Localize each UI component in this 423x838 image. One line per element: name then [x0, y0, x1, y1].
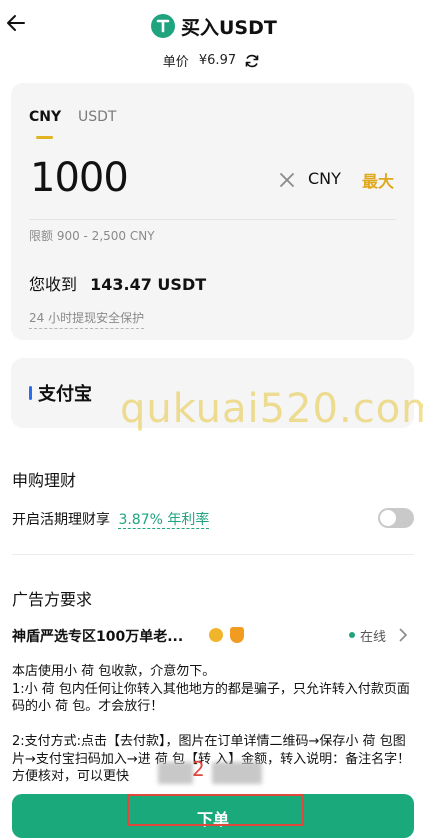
- amount-input[interactable]: 1000: [30, 155, 129, 201]
- tab-cny[interactable]: CNY: [29, 109, 61, 125]
- blur-mask: [212, 762, 262, 784]
- back-arrow-icon[interactable]: [6, 13, 26, 33]
- verified-badge-icon: [209, 628, 223, 642]
- payment-method-label: 支付宝: [38, 384, 92, 405]
- receive-label: 您收到: [29, 275, 78, 294]
- active-tab-indicator: [36, 136, 53, 139]
- wealth-section-title: 申购理财: [12, 471, 77, 490]
- online-status-dot: [349, 632, 355, 638]
- toggle-knob: [380, 510, 396, 526]
- amount-card: [11, 83, 414, 340]
- chevron-right-icon[interactable]: [398, 628, 408, 642]
- wealth-toggle-switch[interactable]: [378, 508, 414, 528]
- page-title: 买入USDT: [181, 16, 277, 39]
- max-button[interactable]: 最大: [362, 168, 394, 192]
- ad-requirements-title: 广告方要求: [12, 590, 93, 609]
- limit-text: 限额 900 - 2,500 CNY: [29, 229, 155, 243]
- wealth-toggle-row: 开启活期理财享 3.87% 年利率: [12, 509, 210, 529]
- tab-usdt[interactable]: USDT: [78, 109, 116, 125]
- usdt-logo-icon: [151, 14, 175, 38]
- ad-line: 1:小 荷 包内任何让你转入其他地方的都是骗子，只允许转入付款页面码的小 荷 包…: [12, 681, 410, 715]
- blur-mask: [158, 762, 193, 784]
- unit-price-label: 单价: [162, 55, 189, 70]
- refresh-icon[interactable]: [244, 53, 260, 69]
- ad-line: 本店使用小 荷 包收款，介意勿下。: [12, 664, 216, 679]
- alipay-indicator: [29, 386, 32, 400]
- watermark: qukuai520.com: [120, 386, 423, 432]
- header: 买入USDT: [0, 0, 423, 52]
- merchant-name[interactable]: 神盾严选专区100万单老...: [12, 626, 183, 646]
- unit-price-value: ¥6.97: [198, 53, 237, 68]
- annotation-marker: 2: [192, 757, 205, 781]
- receive-value: 143.47 USDT: [90, 275, 207, 294]
- wealth-toggle-label: 开启活期理财享: [12, 512, 110, 528]
- shield-badge-icon: [230, 627, 244, 643]
- online-status: 在线: [360, 630, 387, 645]
- highlight-box: [127, 794, 304, 826]
- safety-note[interactable]: 24 小时提现安全保护: [29, 309, 145, 329]
- unit-price-row: 单价 ¥6.97: [0, 51, 423, 70]
- title-group: 买入USDT: [151, 13, 277, 39]
- divider: [29, 219, 396, 220]
- interest-rate[interactable]: 3.87% 年利率: [118, 512, 210, 529]
- divider: [12, 554, 414, 555]
- receive-row: 您收到 143.47 USDT: [29, 271, 206, 295]
- currency-label: CNY: [308, 169, 341, 188]
- clear-icon[interactable]: [278, 171, 296, 189]
